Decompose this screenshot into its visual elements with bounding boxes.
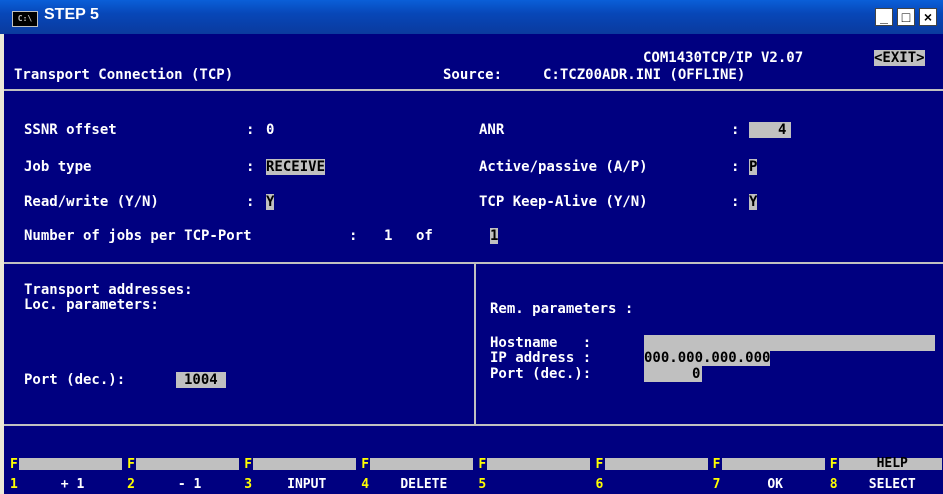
minimize-button[interactable]: _ [875, 8, 893, 26]
fkey-3-button[interactable] [253, 458, 357, 470]
fkey-letter: F [361, 457, 370, 472]
fkey-label[interactable]: - 1 [141, 478, 238, 492]
fkey-letter: F [595, 457, 604, 472]
colon: : [349, 228, 358, 244]
keepalive-value[interactable]: Y [749, 194, 758, 210]
product-version: COM1430TCP/IP V2.07 [643, 50, 804, 66]
read-write-value[interactable]: Y [266, 194, 275, 210]
title-bar[interactable]: C:\ STEP 5 _ □ × [0, 0, 943, 34]
colon: : [246, 159, 255, 175]
ssnr-label: SSNR offset [24, 122, 117, 138]
fkey-number: 7 [712, 477, 721, 492]
footer-divider [4, 424, 943, 426]
console-window: C:\ STEP 5 _ □ × COM1430TCP/IP V2.07 <EX… [0, 0, 943, 494]
ip-address-label: IP address : [490, 350, 592, 366]
fkey-number: 4 [361, 477, 370, 492]
loc-port-label: Port (dec.): [24, 372, 126, 388]
loc-params-label: Loc. parameters: [24, 297, 159, 313]
jobs-current: 1 [384, 228, 393, 244]
jobs-total-value[interactable]: 1 [490, 228, 499, 244]
fkey-number: 8 [829, 477, 838, 492]
fkey-label[interactable]: DELETE [375, 478, 472, 492]
transport-title: Transport addresses: [24, 282, 193, 298]
fkey-7-button[interactable] [721, 458, 825, 470]
ip-address-value[interactable]: 000.000.000.000 [644, 350, 771, 366]
fkey-4-button[interactable] [370, 458, 474, 470]
ssnr-value[interactable]: 0 [266, 122, 274, 138]
fkey-1-button[interactable] [19, 458, 123, 470]
exit-button[interactable]: <EXIT> [874, 50, 925, 66]
anr-label: ANR [479, 122, 505, 138]
colon: : [731, 194, 740, 210]
fkey-letter: F [10, 457, 18, 472]
console-icon[interactable]: C:\ [12, 11, 38, 27]
fkey-6-button[interactable] [604, 458, 708, 470]
fkey-letter: F [244, 457, 253, 472]
colon: : [246, 122, 255, 138]
colon: : [731, 122, 740, 138]
job-type-label: Job type [24, 159, 92, 175]
fkey-letter: F [127, 457, 135, 472]
console-screen: COM1430TCP/IP V2.07 <EXIT> Transport Con… [4, 34, 943, 494]
close-button[interactable]: × [919, 8, 937, 26]
rem-params-label: Rem. parameters : [490, 301, 634, 317]
maximize-button[interactable]: □ [897, 8, 915, 26]
source-file: C:TCZ00ADR.INI (OFFLINE) [543, 67, 746, 83]
jobs-per-port-label: Number of jobs per TCP-Port [24, 228, 252, 244]
fkey-number: 2 [127, 477, 135, 492]
colon: : [246, 194, 255, 210]
fkey-label[interactable]: SELECT [844, 478, 941, 492]
screen-title: Transport Connection (TCP) [14, 67, 234, 83]
anr-value[interactable]: 4 [778, 122, 786, 138]
fkey-label[interactable]: INPUT [258, 478, 355, 492]
fkey-letter: F [478, 457, 487, 472]
active-passive-value[interactable]: P [749, 159, 758, 175]
jobs-of: of [416, 228, 433, 244]
fkey-5-button[interactable] [487, 458, 591, 470]
rem-port-value[interactable]: 0 [692, 366, 700, 382]
fkey-label[interactable]: OK [727, 478, 824, 492]
vertical-divider [474, 264, 476, 424]
fkey-number: 1 [10, 477, 18, 492]
job-type-value[interactable]: RECEIVE [266, 159, 326, 175]
fkey-help-label[interactable]: HELP [844, 457, 941, 470]
header-divider [4, 89, 943, 91]
keepalive-label: TCP Keep-Alive (Y/N) [479, 194, 648, 210]
fkey-2-button[interactable] [136, 458, 240, 470]
hostname-label: Hostname : [490, 335, 592, 351]
fkey-letter: F [829, 457, 838, 472]
read-write-label: Read/write (Y/N) [24, 194, 159, 210]
window-title: STEP 5 [44, 6, 99, 23]
active-passive-label: Active/passive (A/P) [479, 159, 648, 175]
rem-port-label: Port (dec.): [490, 366, 592, 382]
fkey-number: 6 [595, 477, 604, 492]
fkey-letter: F [712, 457, 721, 472]
fkey-number: 3 [244, 477, 253, 492]
hostname-field[interactable] [644, 335, 935, 351]
fkey-label[interactable]: + 1 [24, 478, 121, 492]
source-label: Source: [443, 67, 503, 83]
colon: : [731, 159, 740, 175]
fkey-number: 5 [478, 477, 487, 492]
loc-port-value[interactable]: 1004 [176, 372, 226, 388]
